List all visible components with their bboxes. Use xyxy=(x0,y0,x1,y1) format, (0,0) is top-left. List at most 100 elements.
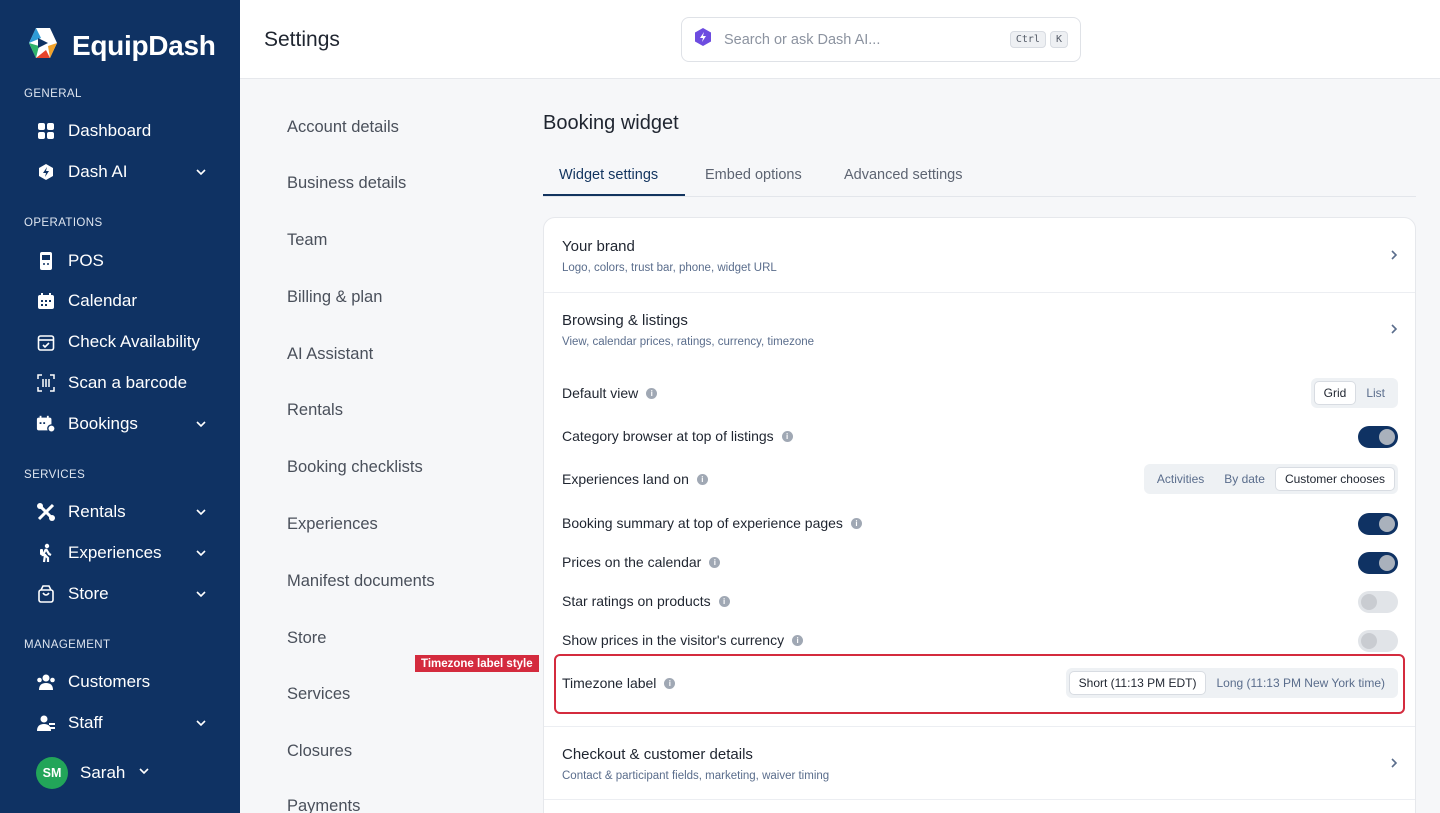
setting-prices-calendar: Prices on the calendar i xyxy=(562,547,1398,577)
setting-label: Booking summary at top of experience pag… xyxy=(562,515,862,531)
settings-menu-manifest-documents[interactable]: Manifest documents xyxy=(287,572,435,591)
option-by-date[interactable]: By date xyxy=(1215,468,1274,490)
section-title: Booking widget xyxy=(543,112,679,134)
sidebar-item-pos[interactable]: POS xyxy=(36,245,216,277)
sidebar-item-label: Rentals xyxy=(68,502,126,521)
sidebar-item-store[interactable]: Store xyxy=(36,578,216,610)
sidebar-item-experiences[interactable]: Experiences xyxy=(36,537,216,569)
group-checkout-customer-details[interactable]: Checkout & customer details Contact & pa… xyxy=(544,727,1415,799)
sidebar-item-check-availability[interactable]: Check Availability xyxy=(36,326,216,358)
group-subtitle: Logo, colors, trust bar, phone, widget U… xyxy=(562,262,777,274)
sidebar-item-label: Check Availability xyxy=(68,332,200,351)
settings-menu-rentals[interactable]: Rentals xyxy=(287,401,343,420)
section-label-general: GENERAL xyxy=(24,88,82,100)
brand[interactable]: EquipDash xyxy=(24,26,216,65)
pos-terminal-icon xyxy=(36,251,56,271)
setting-category-browser: Category browser at top of listings i xyxy=(562,421,1398,451)
settings-menu-payments[interactable]: Payments xyxy=(287,797,360,813)
settings-menu-store[interactable]: Store xyxy=(287,629,326,648)
toggle-knob xyxy=(1379,555,1395,571)
setting-label: Experiences land on i xyxy=(562,471,708,487)
setting-label-text: Show prices in the visitor's currency xyxy=(562,632,785,648)
staff-icon xyxy=(36,713,56,733)
settings-menu-closures[interactable]: Closures xyxy=(287,742,352,761)
calendar-icon xyxy=(36,291,56,311)
chevron-down-icon[interactable] xyxy=(194,164,208,184)
ai-shield-icon xyxy=(36,162,56,182)
category-browser-toggle[interactable] xyxy=(1358,426,1398,448)
tab-widget-settings[interactable]: Widget settings xyxy=(559,167,658,183)
tab-advanced-settings[interactable]: Advanced settings xyxy=(844,167,963,183)
equipdash-logo-icon xyxy=(24,26,62,65)
settings-menu-services[interactable]: Services xyxy=(287,685,350,704)
booking-summary-toggle[interactable] xyxy=(1358,513,1398,535)
info-icon[interactable]: i xyxy=(696,473,708,485)
chevron-down-icon[interactable] xyxy=(194,545,208,565)
info-icon[interactable]: i xyxy=(718,595,730,607)
info-icon[interactable]: i xyxy=(646,387,658,399)
sidebar-item-label: POS xyxy=(68,251,104,270)
chevron-down-icon xyxy=(137,763,151,783)
setting-label: Star ratings on products i xyxy=(562,593,730,609)
chevron-down-icon[interactable] xyxy=(194,504,208,524)
group-browsing-listings[interactable]: Browsing & listings View, calendar price… xyxy=(544,293,1415,363)
sidebar-item-rentals[interactable]: Rentals xyxy=(36,496,216,528)
search-input[interactable]: Search or ask Dash AI... Ctrl K xyxy=(681,17,1081,62)
settings-menu-experiences[interactable]: Experiences xyxy=(287,515,378,534)
option-grid[interactable]: Grid xyxy=(1314,382,1356,404)
setting-label: Prices on the calendar i xyxy=(562,554,721,570)
info-icon[interactable]: i xyxy=(792,634,804,646)
chevron-down-icon[interactable] xyxy=(194,416,208,436)
sidebar-item-dash-ai[interactable]: Dash AI xyxy=(36,156,216,188)
default-view-segmented: Grid List xyxy=(1310,378,1398,408)
sidebar-item-customers[interactable]: Customers xyxy=(36,666,216,698)
section-label-operations: OPERATIONS xyxy=(24,217,103,229)
settings-menu-booking-checklists[interactable]: Booking checklists xyxy=(287,458,423,477)
sidebar-item-dashboard[interactable]: Dashboard xyxy=(36,115,216,147)
sidebar-item-label: Staff xyxy=(68,713,103,732)
tab-embed-options[interactable]: Embed options xyxy=(705,167,802,183)
setting-visitor-currency: Show prices in the visitor's currency i xyxy=(562,625,1398,655)
page-title: Settings xyxy=(264,28,340,51)
info-icon[interactable]: i xyxy=(781,430,793,442)
sidebar-item-calendar[interactable]: Calendar xyxy=(36,285,216,317)
brand-name: EquipDash xyxy=(72,29,216,61)
settings-menu-billing-plan[interactable]: Billing & plan xyxy=(287,288,382,307)
toggle-knob xyxy=(1361,633,1377,649)
setting-label-text: Booking summary at top of experience pag… xyxy=(562,515,843,531)
user-menu[interactable]: SM Sarah xyxy=(36,757,166,789)
users-icon xyxy=(36,672,56,692)
sidebar-item-label: Experiences xyxy=(68,543,162,562)
sidebar-item-scan-barcode[interactable]: Scan a barcode xyxy=(36,367,216,399)
bookings-icon xyxy=(36,414,56,434)
info-icon[interactable]: i xyxy=(850,517,862,529)
settings-menu-business-details[interactable]: Business details xyxy=(287,174,406,193)
settings-menu-ai-assistant[interactable]: AI Assistant xyxy=(287,345,373,364)
chevron-down-icon[interactable] xyxy=(194,715,208,735)
group-your-brand[interactable]: Your brand Logo, colors, trust bar, phon… xyxy=(544,218,1415,292)
star-ratings-toggle[interactable] xyxy=(1358,591,1398,613)
shortcut-key-ctrl: Ctrl xyxy=(1009,31,1046,48)
option-activities[interactable]: Activities xyxy=(1148,468,1213,490)
timezone-highlight-tag: Timezone label style xyxy=(415,655,539,672)
section-label-services: SERVICES xyxy=(24,469,86,481)
option-customer-chooses[interactable]: Customer chooses xyxy=(1275,468,1394,490)
sidebar: EquipDash GENERAL Dashboard Dash AI OPER… xyxy=(0,0,240,813)
group-subtitle: Contact & participant fields, marketing,… xyxy=(562,770,830,782)
section-label-management: MANAGEMENT xyxy=(24,639,111,651)
settings-menu-team[interactable]: Team xyxy=(287,231,327,250)
sidebar-item-staff[interactable]: Staff xyxy=(36,707,216,739)
sidebar-item-label: Bookings xyxy=(68,414,138,433)
prices-calendar-toggle[interactable] xyxy=(1358,552,1398,574)
chevron-right-icon xyxy=(1389,756,1399,775)
option-list[interactable]: List xyxy=(1357,382,1394,404)
sidebar-item-bookings[interactable]: Bookings xyxy=(36,408,216,440)
calendar-check-icon xyxy=(36,332,56,352)
visitor-currency-toggle[interactable] xyxy=(1358,630,1398,652)
chevron-down-icon[interactable] xyxy=(194,586,208,606)
info-icon[interactable]: i xyxy=(709,556,721,568)
settings-menu-account-details[interactable]: Account details xyxy=(287,118,399,137)
setting-label-text: Prices on the calendar xyxy=(562,554,702,570)
setting-label-text: Star ratings on products xyxy=(562,593,711,609)
chevron-right-icon xyxy=(1389,248,1399,267)
